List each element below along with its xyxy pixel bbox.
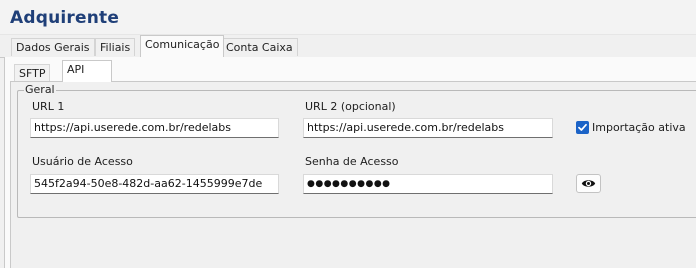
subtab-api[interactable]: API [62, 60, 112, 82]
eye-icon [581, 180, 596, 187]
url2-input[interactable]: https://api.userede.com.br/redelabs [303, 118, 553, 138]
check-icon [578, 123, 587, 131]
page-title: Adquirente [10, 8, 120, 28]
group-label: Geral [24, 83, 56, 96]
subtab-sftp[interactable]: SFTP [14, 64, 51, 82]
tab-dados-gerais[interactable]: Dados Gerais [11, 38, 95, 56]
password-label: Senha de Acesso [305, 155, 399, 168]
tab-comunicacao[interactable]: Comunicação [140, 35, 225, 57]
tab-conta-caixa[interactable]: Conta Caixa [221, 38, 298, 56]
url1-label: URL 1 [32, 100, 65, 113]
url2-label: URL 2 (opcional) [305, 100, 396, 113]
import-active-checkbox[interactable] [576, 121, 589, 134]
user-label: Usuário de Acesso [32, 155, 133, 168]
import-active-label[interactable]: Importação ativa [592, 121, 686, 134]
password-input[interactable]: ●●●●●●●●●● [303, 174, 553, 194]
url1-input[interactable]: https://api.userede.com.br/redelabs [30, 118, 279, 138]
show-password-button[interactable] [576, 174, 601, 193]
tab-filiais[interactable]: Filiais [95, 38, 136, 56]
user-input[interactable]: 545f2a94-50e8-482d-aa62-1455999e7de [30, 174, 279, 194]
